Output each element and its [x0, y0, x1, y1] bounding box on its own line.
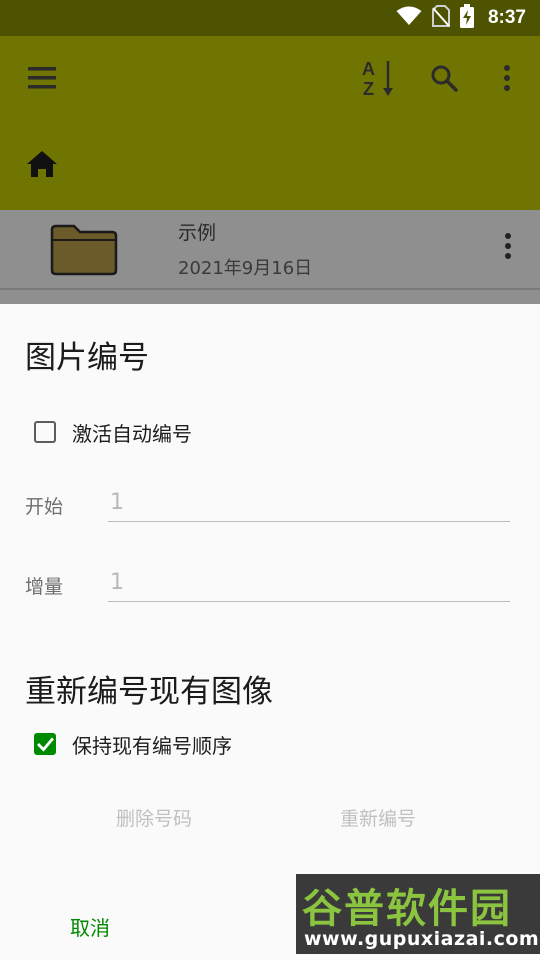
file-name: 示例	[178, 222, 217, 244]
watermark-logo: 谷普软件园 www.gupuxiazai.com	[296, 874, 540, 954]
sort-az-icon[interactable]: A Z	[356, 36, 400, 120]
app-toolbar: A Z	[0, 36, 540, 120]
breadcrumb	[0, 120, 540, 210]
folder-icon	[50, 224, 118, 276]
status-bar: 8:37	[0, 0, 540, 36]
activate-auto-numbering-row[interactable]: 激活自动编号	[34, 417, 192, 447]
image-numbering-dialog: 图片编号 激活自动编号 开始 增量 重新编号现有图像 保持现有编号顺序 删除号码…	[0, 304, 540, 960]
keep-order-checkbox[interactable]	[34, 733, 56, 755]
status-icons: 8:37	[396, 0, 526, 36]
keep-order-row[interactable]: 保持现有编号顺序	[34, 729, 232, 759]
divider	[0, 288, 540, 290]
svg-text:A: A	[362, 59, 375, 79]
keep-order-label: 保持现有编号顺序	[72, 733, 232, 758]
svg-text:Z: Z	[363, 79, 374, 98]
file-date: 2021年9月16日	[178, 258, 313, 279]
more-vert-icon[interactable]	[504, 232, 518, 268]
wifi-icon	[396, 6, 422, 30]
home-icon[interactable]	[26, 150, 58, 180]
renumber-section-title: 重新编号现有图像	[25, 674, 273, 710]
status-time: 8:37	[487, 7, 526, 28]
renumber-button[interactable]: 重新编号	[340, 804, 416, 831]
watermark-title: 谷普软件园	[302, 886, 512, 932]
search-icon[interactable]	[422, 36, 466, 120]
cancel-button[interactable]: 取消	[70, 912, 110, 941]
dialog-title: 图片编号	[25, 340, 149, 376]
increment-label: 增量	[25, 576, 64, 598]
start-input[interactable]	[108, 488, 510, 522]
menu-icon[interactable]	[20, 36, 64, 120]
list-item[interactable]: 示例 2021年9月16日	[0, 210, 540, 290]
watermark-url: www.gupuxiazai.com	[304, 928, 540, 950]
no-sim-icon	[431, 5, 450, 31]
activate-auto-numbering-checkbox[interactable]	[34, 421, 56, 443]
activate-auto-numbering-label: 激活自动编号	[72, 421, 192, 446]
more-vert-icon[interactable]	[490, 36, 524, 120]
battery-charging-icon	[459, 4, 474, 32]
remove-number-button[interactable]: 删除号码	[116, 804, 192, 831]
increment-input[interactable]	[108, 568, 510, 602]
start-label: 开始	[25, 496, 64, 518]
